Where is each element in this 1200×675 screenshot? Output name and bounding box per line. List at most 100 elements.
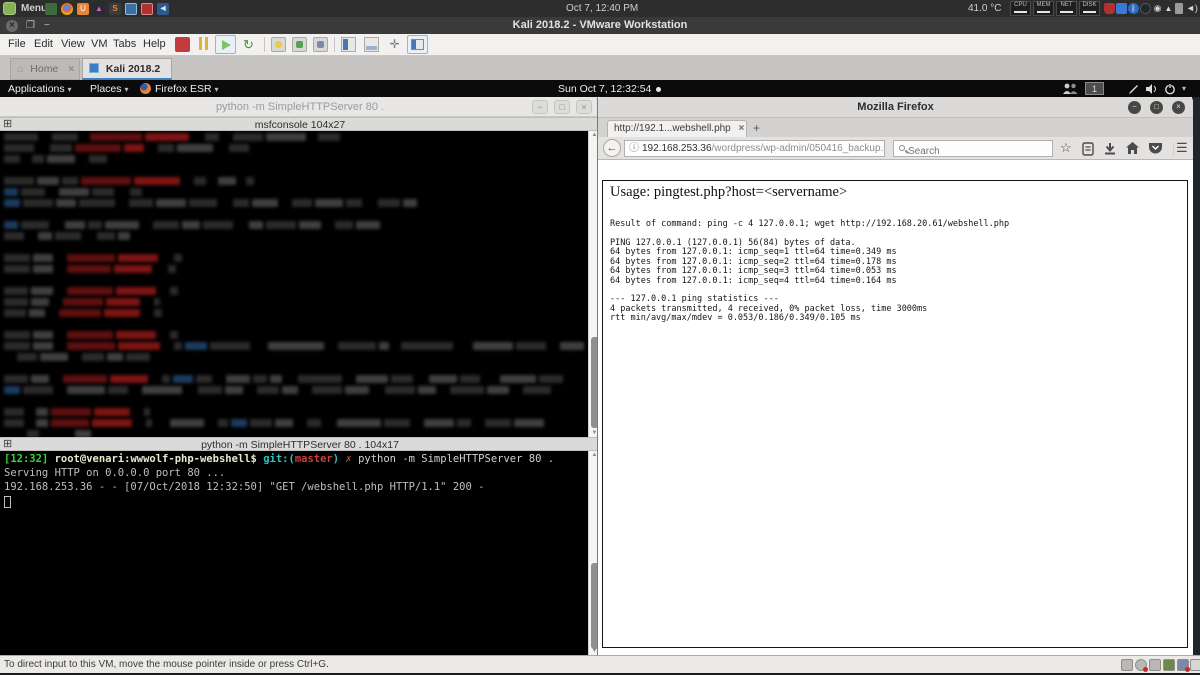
battery-tray-icon[interactable]: [1175, 3, 1183, 14]
play-button[interactable]: [215, 35, 236, 54]
volume-tray-icon[interactable]: ◄): [1186, 3, 1197, 14]
printer-device-icon[interactable]: [1149, 659, 1161, 671]
menu-hamburger-icon[interactable]: ☰: [1176, 140, 1188, 156]
menu-edit[interactable]: Edit: [34, 38, 53, 50]
console-view-button[interactable]: [407, 35, 428, 54]
firefox-titlebar[interactable]: Mozilla Firefox − □ ×: [598, 97, 1193, 118]
volume-panel-icon[interactable]: [1146, 83, 1159, 95]
reset-button[interactable]: ↻: [243, 37, 258, 52]
firefox-close-icon[interactable]: ×: [1172, 101, 1185, 114]
users-indicator-icon[interactable]: [1062, 83, 1078, 94]
url-path: /wordpress/wp-admin/050416_backup.php?hc: [712, 143, 885, 154]
bookmark-star-icon[interactable]: ☆: [1060, 140, 1072, 156]
terminal-minimize-icon[interactable]: −: [532, 100, 548, 114]
python-server-pane[interactable]: [12:32] root@venari:wwwolf-php-webshell$…: [0, 451, 600, 655]
pane2-titlebar[interactable]: ⊞ python -m SimpleHTTPServer 80 . 104x17: [0, 437, 600, 451]
wifi-tray-icon[interactable]: ▲: [1163, 3, 1174, 14]
menu-vm[interactable]: VM: [91, 38, 108, 50]
host-clock[interactable]: Oct 7, 12:40 PM: [566, 3, 638, 14]
snapshot-manager-button[interactable]: [313, 37, 328, 52]
vmware-tabbar: ⌂ Home × Kali 2018.2 ×: [0, 56, 1200, 80]
sync-tray-icon[interactable]: [1116, 3, 1127, 14]
places-menu[interactable]: Places ▾: [90, 83, 128, 95]
pane2-title: python -m SimpleHTTPServer 80 . 104x17: [0, 439, 600, 451]
back-button[interactable]: ←: [603, 139, 621, 157]
fullscreen-button[interactable]: ✛: [387, 37, 402, 52]
show-library-button[interactable]: [341, 37, 356, 52]
chrome-launcher-icon[interactable]: [61, 3, 73, 15]
cdrom-device-icon[interactable]: [1135, 659, 1147, 671]
location-pin-tray-icon[interactable]: ◉: [1152, 3, 1163, 14]
ping-output-line: 64 bytes from 127.0.0.1: icmp_seq=4 ttl=…: [610, 277, 897, 286]
caret-down-icon: ▾: [124, 85, 128, 94]
search-bar[interactable]: [893, 140, 1053, 157]
firefox-window: Mozilla Firefox − □ × http://192.1...web…: [597, 97, 1192, 655]
tab-kali[interactable]: Kali 2018.2 ×: [82, 58, 172, 80]
show-thumbnail-bar-button[interactable]: [364, 37, 379, 52]
menu-tabs[interactable]: Tabs: [113, 38, 136, 50]
browser-tab[interactable]: http://192.1...webshell.php ×: [607, 120, 747, 137]
bookmarks-menu-icon[interactable]: [1082, 142, 1094, 156]
vmware-titlebar: × ❐ − Kali 2018.2 - VMware Workstation: [0, 17, 1200, 34]
disk-monitor[interactable]: DISK: [1079, 1, 1100, 16]
dark-app-tray-icon[interactable]: [1140, 3, 1151, 14]
net-monitor[interactable]: NET: [1056, 1, 1077, 16]
pane1-titlebar[interactable]: ⊞ msfconsole 104x27: [0, 117, 600, 131]
firefox-minimize-icon[interactable]: −: [1128, 101, 1141, 114]
menu-help[interactable]: Help: [143, 38, 166, 50]
cpu-monitor[interactable]: CPU: [1010, 1, 1031, 16]
pane1-title: msfconsole 104x27: [0, 119, 600, 131]
pause-button[interactable]: [196, 37, 211, 52]
red-app-launcher-icon[interactable]: [141, 3, 153, 15]
firefox-maximize-icon[interactable]: □: [1150, 101, 1163, 114]
terminal-titlebar[interactable]: python -m SimpleHTTPServer 80 . − □ ×: [0, 97, 600, 117]
workspace-indicator[interactable]: 1: [1085, 82, 1104, 95]
mint-menu-icon[interactable]: [3, 2, 16, 15]
msfconsole-pane[interactable]: ▲ ▼: [0, 131, 600, 437]
droplet-app-launcher-icon[interactable]: ▲: [93, 3, 105, 15]
vmware-launcher-icon[interactable]: ◄: [157, 3, 169, 15]
search-input[interactable]: [908, 146, 1028, 157]
browser-tab-close-icon[interactable]: ×: [739, 123, 745, 134]
mem-monitor[interactable]: MEM: [1033, 1, 1054, 16]
terminal-close-icon[interactable]: ×: [576, 100, 592, 114]
menu-file[interactable]: File: [8, 38, 26, 50]
floppy-device-icon[interactable]: [1121, 659, 1133, 671]
panel-caret-icon[interactable]: ▾: [1182, 84, 1186, 93]
tab-home[interactable]: ⌂ Home ×: [10, 58, 80, 80]
terminal-maximize-icon[interactable]: □: [554, 100, 570, 114]
blue-app-launcher-icon[interactable]: [125, 3, 137, 15]
snapshot-button[interactable]: [271, 37, 286, 52]
vmware-statusbar: To direct input to this VM, move the mou…: [0, 655, 1200, 673]
network-device-icon[interactable]: [1177, 659, 1189, 671]
sublime-launcher-icon[interactable]: S: [109, 3, 121, 15]
power-panel-icon[interactable]: [1164, 83, 1176, 95]
resize-grip-icon[interactable]: [1190, 659, 1200, 671]
url-bar[interactable]: ⓘ192.168.253.36/wordpress/wp-admin/05041…: [624, 140, 885, 157]
power-off-button[interactable]: [175, 37, 190, 52]
host-menu-button[interactable]: Menu: [21, 3, 47, 14]
caret-down-icon: ▾: [68, 85, 72, 94]
pocket-icon[interactable]: [1149, 142, 1162, 154]
bluetooth-tray-icon[interactable]: ᛒ: [1128, 3, 1139, 14]
applications-menu[interactable]: Applications ▾: [8, 83, 72, 95]
tab-home-close-icon[interactable]: ×: [68, 63, 74, 75]
orange-app-launcher-icon[interactable]: U: [77, 3, 89, 15]
menu-view[interactable]: View: [61, 38, 85, 50]
revert-snapshot-button[interactable]: [292, 37, 307, 52]
site-info-icon[interactable]: ⓘ: [629, 143, 639, 154]
kali-clock[interactable]: Sun Oct 7, 12:32:54: [558, 83, 661, 95]
shield-tray-icon[interactable]: [1104, 3, 1115, 14]
vmware-menubar: File Edit View VM Tabs Help ↻ ✛: [0, 34, 1200, 56]
downloads-icon[interactable]: [1104, 143, 1116, 155]
display-device-icon[interactable]: [1163, 659, 1175, 671]
files-launcher-icon[interactable]: [45, 3, 57, 15]
screen-tool-icon[interactable]: [1128, 83, 1140, 95]
command-result-line: Result of command: ping -c 4 127.0.0.1; …: [610, 220, 1009, 229]
firefox-panel-icon[interactable]: [140, 83, 151, 94]
home-icon[interactable]: [1126, 142, 1139, 154]
screen: Menu U ▲ S ◄ Oct 7, 12:40 PM 41.0 °C CPU…: [0, 0, 1200, 675]
firefox-esr-menu[interactable]: Firefox ESR ▾: [155, 83, 219, 95]
vmware-window-title: Kali 2018.2 - VMware Workstation: [0, 19, 1200, 31]
new-tab-button[interactable]: +: [753, 121, 760, 135]
